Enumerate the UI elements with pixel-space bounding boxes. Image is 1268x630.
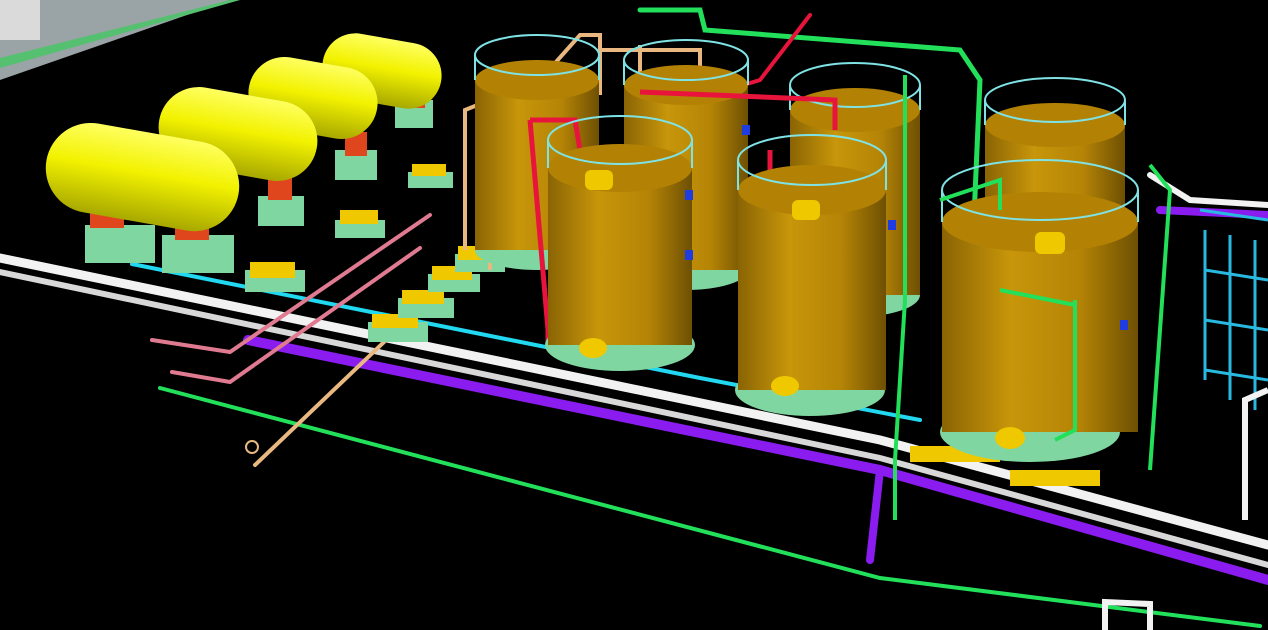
tank-front-left — [545, 115, 695, 371]
pump — [335, 210, 385, 238]
plant-3d-view — [0, 0, 1268, 630]
building-corner — [0, 0, 40, 40]
tank-front-mid — [735, 134, 887, 416]
pump — [1010, 470, 1100, 486]
tank-front-right — [940, 159, 1139, 462]
